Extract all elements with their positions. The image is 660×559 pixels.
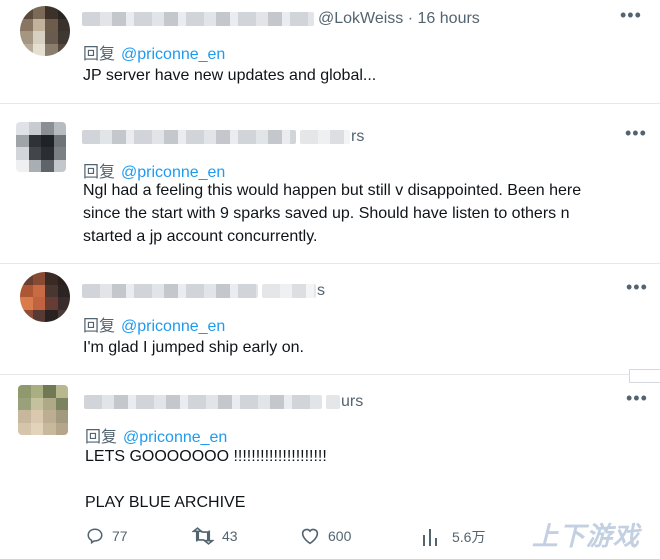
display-name-blurred[interactable] [82,130,296,144]
tweet-text: I'm glad I jumped ship early on. [83,339,304,356]
reply-handle-link[interactable]: @priconne_en [123,429,227,446]
more-options-icon[interactable]: ••• [626,278,648,296]
avatar[interactable] [18,385,68,435]
more-options-icon[interactable]: ••• [625,124,647,142]
handle-and-time: rs [351,128,365,145]
handle-and-time: @LokWeiss · 16 hours [318,10,480,27]
reply-context: 回复 @priconne_en [85,423,227,447]
handle-blurred [300,130,350,144]
like-action[interactable]: 600 [300,527,351,545]
avatar[interactable] [20,6,70,56]
views-action[interactable]: 5.6万 [422,527,485,547]
reply-prefix: 回复 [83,46,116,63]
views-count: 5.6万 [452,529,486,545]
more-options-icon[interactable]: ••• [626,389,648,407]
reply-context: 回复 @priconne_en [83,40,225,64]
reply-icon [87,528,103,545]
tweet-text: JP server have new updates and global... [83,67,377,84]
handle-and-time: s [317,282,325,299]
watermark-logo: 上下游戏 [531,522,640,552]
display-name-blurred[interactable] [82,284,258,298]
reply-prefix: 回复 [83,318,116,335]
handle-blurred [262,284,316,298]
tweet-1[interactable]: @LokWeiss · 16 hours ••• 回复 @priconne_en … [0,0,660,100]
reply-prefix: 回复 [85,429,118,446]
avatar[interactable] [16,122,66,172]
retweet-count: 43 [222,528,238,544]
retweet-icon [192,527,214,545]
reply-action[interactable]: 77 [86,527,128,545]
reply-handle-link[interactable]: @priconne_en [121,46,225,63]
reply-count: 77 [112,528,128,544]
tweet-text: Ngl had a feeling this would happen but … [83,182,582,245]
retweet-action[interactable]: 43 [192,527,238,545]
reply-handle-link[interactable]: @priconne_en [121,318,225,335]
avatar[interactable] [20,272,70,322]
tweet-3[interactable]: s ••• 回复 @priconne_en I'm glad I jumped s… [0,264,660,372]
handle-blurred [326,395,340,409]
reply-context: 回复 @priconne_en [83,312,225,336]
more-options-icon[interactable]: ••• [620,6,642,24]
display-name-blurred[interactable] [84,395,322,409]
heart-icon [301,528,319,545]
handle-and-time: urs [341,393,364,410]
display-name-blurred[interactable] [82,12,314,26]
tweet-text: LETS GOOOOOOO !!!!!!!!!!!!!!!!!!!!! PLAY… [85,448,327,511]
tweet-2[interactable]: rs ••• 回复 @priconne_en Ngl had a feeling … [0,104,660,254]
like-count: 600 [328,528,352,544]
views-chart-icon [423,529,437,546]
